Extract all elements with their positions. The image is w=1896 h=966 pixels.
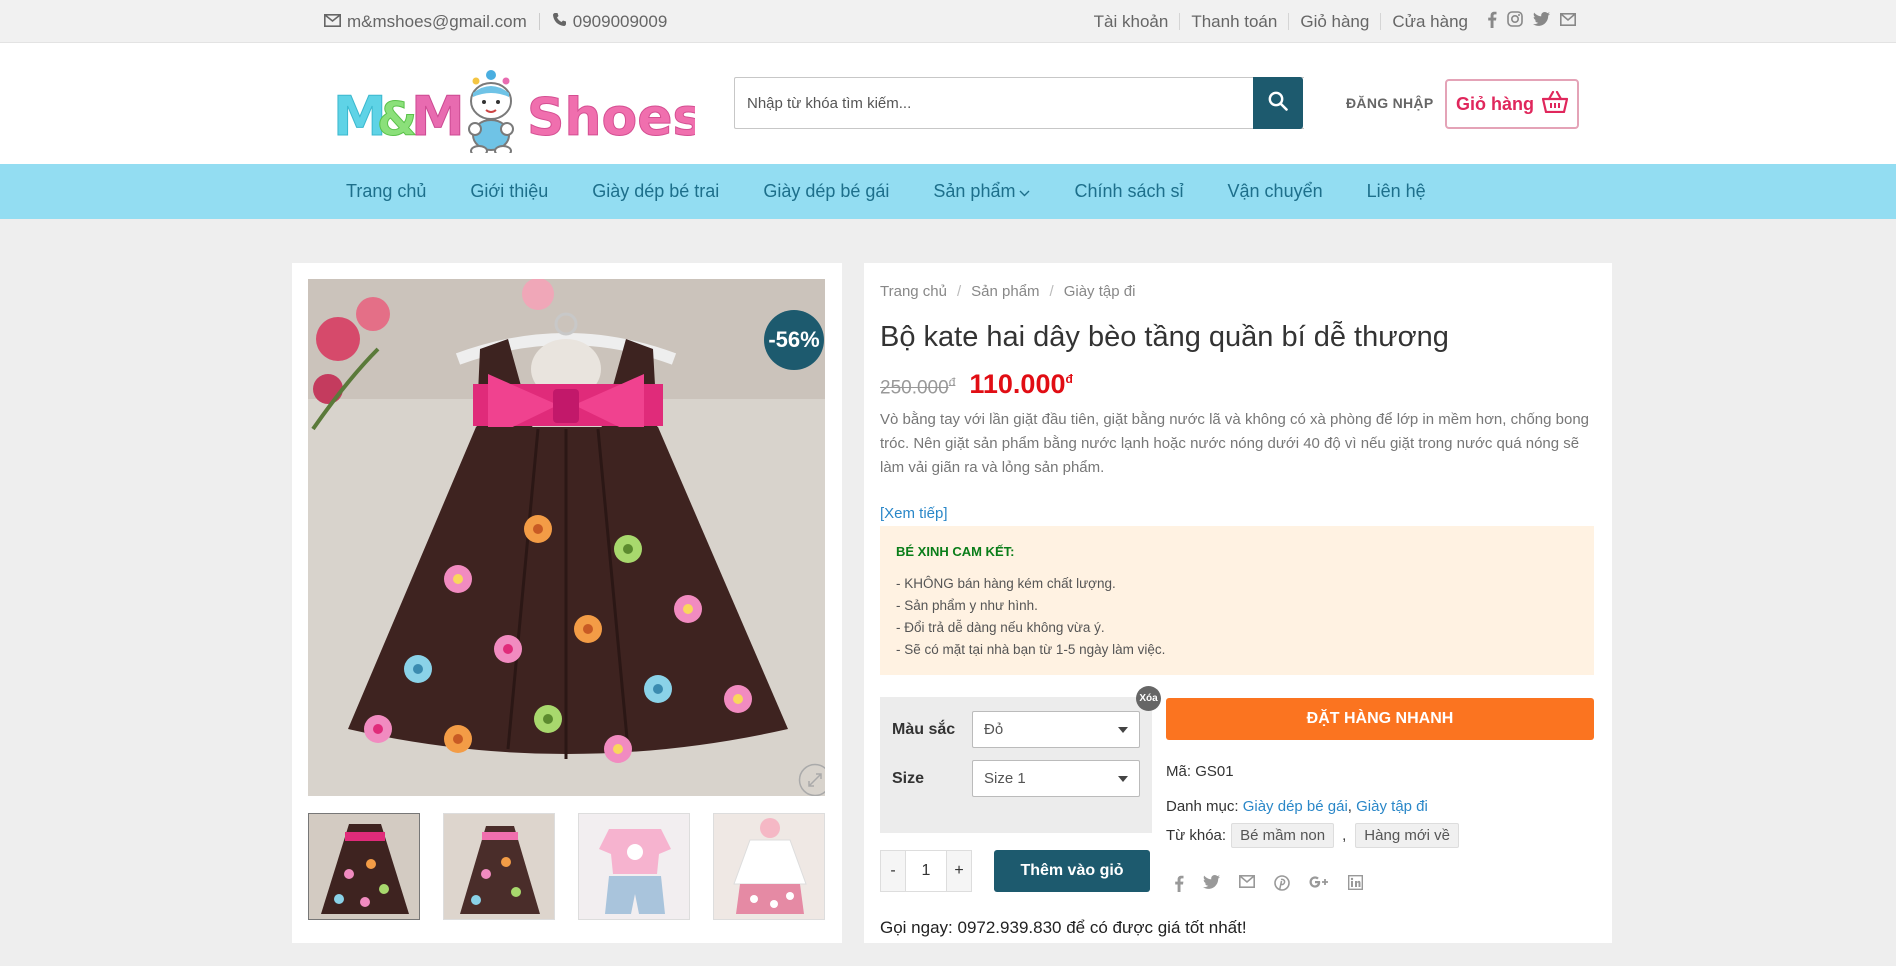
commitment-item: - KHÔNG bán hàng kém chất lượng. [896, 576, 1116, 591]
pinterest-icon[interactable] [1274, 875, 1290, 897]
contact-email[interactable]: m&mshoes@gmail.com [324, 12, 527, 32]
facebook-icon[interactable] [1174, 875, 1184, 897]
quantity-minus-button[interactable]: - [881, 851, 905, 891]
clear-selection-button[interactable]: Xóa [1136, 686, 1161, 711]
thumbnail[interactable] [713, 813, 825, 920]
product-info: Trang chủ / Sản phẩm / Giày tập đi Bộ ka… [864, 263, 1612, 943]
search-icon [1268, 91, 1288, 116]
breadcrumb: Trang chủ / Sản phẩm / Giày tập đi [880, 283, 1136, 300]
category-label: Danh mục: [1166, 798, 1239, 815]
color-select[interactable]: Đỏ [972, 711, 1140, 748]
google-plus-icon[interactable] [1309, 875, 1329, 897]
nav-item-boys-shoes[interactable]: Giày dép bé trai [570, 181, 741, 202]
caret-down-icon [1118, 726, 1128, 733]
phone-text: 0909009009 [572, 11, 668, 31]
twitter-icon[interactable] [1533, 11, 1550, 33]
mail-icon[interactable] [1560, 11, 1576, 33]
caret-down-icon [1118, 775, 1128, 782]
nav-item-contact[interactable]: Liên hệ [1345, 181, 1448, 202]
commitment-item: - Đổi trả dễ dàng nếu không vừa ý. [896, 620, 1105, 635]
product-gallery: -56% [292, 263, 842, 943]
cart-link[interactable]: Giỏ hàng [1288, 13, 1380, 30]
read-more-link[interactable]: [Xem tiếp] [880, 505, 948, 522]
phone-icon [552, 12, 567, 32]
sku-label: Mã: [1166, 763, 1192, 780]
main-nav: Trang chủ Giới thiệu Giày dép bé trai Gi… [0, 164, 1896, 219]
commitment-box: BÉ XINH CAM KẾT: - KHÔNG bán hàng kém ch… [880, 526, 1594, 675]
basket-icon [1541, 90, 1569, 118]
thumbnail-strip [308, 813, 825, 921]
shop-link[interactable]: Cửa hàng [1380, 13, 1479, 30]
category-link[interactable]: Giày dép bé gái [1243, 798, 1348, 815]
sale-price: 110.000đ [969, 369, 1073, 399]
breadcrumb-category[interactable]: Giày tập đi [1064, 283, 1136, 300]
cart-label: Giỏ hàng [1456, 93, 1534, 114]
commitment-title: BÉ XINH CAM KẾT: [896, 544, 1015, 559]
nav-item-products[interactable]: Sản phẩm [911, 181, 1052, 202]
breadcrumb-products[interactable]: Sản phẩm [971, 283, 1039, 300]
tag-row: Từ khóa: Bé mầm non , Hàng mới về [1166, 823, 1459, 848]
variation-panel: Màu sắc Đỏ Size Size 1 [880, 697, 1152, 833]
sku-row: Mã: GS01 [1166, 763, 1234, 780]
twitter-icon[interactable] [1203, 875, 1220, 897]
sku-value: GS01 [1195, 763, 1234, 780]
contact-phone[interactable]: 0909009009 [552, 11, 668, 32]
nav-item-about[interactable]: Giới thiệu [448, 181, 570, 202]
thumbnail[interactable] [308, 813, 420, 920]
quantity-input[interactable]: 1 [905, 851, 947, 891]
instagram-icon[interactable] [1507, 10, 1523, 33]
nav-item-shipping[interactable]: Vận chuyển [1206, 181, 1345, 202]
tag-label: Từ khóa: [1166, 827, 1227, 844]
site-logo[interactable]: M & M Shoes [333, 61, 704, 157]
call-to-order-text: Gọi ngay: 0972.939.830 để có được giá tố… [880, 918, 1247, 937]
category-link[interactable]: Giày tập đi [1356, 798, 1428, 815]
expand-icon[interactable] [798, 763, 825, 796]
discount-badge: -56% [764, 310, 824, 370]
svg-text:M: M [411, 85, 465, 148]
product-description: Vò bằng tay với lần giặt đầu tiên, giặt … [880, 411, 1590, 476]
search-placeholder: Nhập từ khóa tìm kiếm... [747, 94, 912, 112]
quantity-stepper: - 1 + [880, 850, 972, 892]
category-row: Danh mục: Giày dép bé gái, Giày tập đi [1166, 798, 1428, 815]
product-price: 250.000đ 110.000đ [880, 369, 1073, 400]
chevron-down-icon [1019, 181, 1030, 202]
mail-icon[interactable] [1239, 875, 1255, 897]
breadcrumb-home[interactable]: Trang chủ [880, 283, 947, 300]
search-button[interactable] [1253, 77, 1303, 129]
commitment-item: - Sẽ có mặt tại nhà bạn từ 1-5 ngày làm … [896, 642, 1166, 657]
product-title: Bộ kate hai dây bèo tầng quần bí dễ thươ… [880, 321, 1449, 353]
login-link[interactable]: ĐĂNG NHẬP [1346, 95, 1433, 111]
quick-order-button[interactable]: ĐẶT HÀNG NHANH [1166, 698, 1594, 740]
account-link[interactable]: Tài khoản [1083, 13, 1180, 30]
top-bar: m&mshoes@gmail.com 0909009009 Tài khoản … [0, 0, 1896, 43]
color-label: Màu sắc [892, 720, 956, 738]
product-main-image[interactable]: -56% [308, 279, 825, 796]
commitment-item: - Sản phẩm y như hình. [896, 598, 1038, 613]
tag-chip[interactable]: Bé mầm non [1231, 823, 1335, 848]
email-text: m&mshoes@gmail.com [347, 11, 527, 31]
nav-item-girls-shoes[interactable]: Giày dép bé gái [741, 181, 911, 202]
cart-button[interactable]: Giỏ hàng [1445, 79, 1579, 129]
thumbnail[interactable] [443, 813, 555, 920]
share-icons [1174, 874, 1364, 897]
header: M & M Shoes Nhập từ khóa tìm kiếm... ĐĂN… [0, 43, 1896, 164]
envelope-icon [324, 12, 341, 32]
checkout-link[interactable]: Thanh toán [1179, 13, 1288, 30]
size-label: Size [892, 769, 925, 787]
size-select[interactable]: Size 1 [972, 760, 1140, 797]
nav-item-home[interactable]: Trang chủ [324, 181, 448, 202]
add-to-cart-button[interactable]: Thêm vào giỏ [994, 850, 1150, 892]
facebook-icon[interactable] [1487, 11, 1497, 33]
linkedin-icon[interactable] [1347, 874, 1364, 897]
search-input[interactable]: Nhập từ khóa tìm kiếm... [734, 77, 1304, 129]
svg-text:Shoes: Shoes [527, 88, 695, 148]
old-price: 250.000đ [880, 374, 956, 398]
tag-chip[interactable]: Hàng mới về [1355, 823, 1459, 848]
quantity-plus-button[interactable]: + [947, 851, 971, 891]
thumbnail[interactable] [578, 813, 690, 920]
nav-item-wholesale[interactable]: Chính sách sỉ [1052, 181, 1205, 202]
